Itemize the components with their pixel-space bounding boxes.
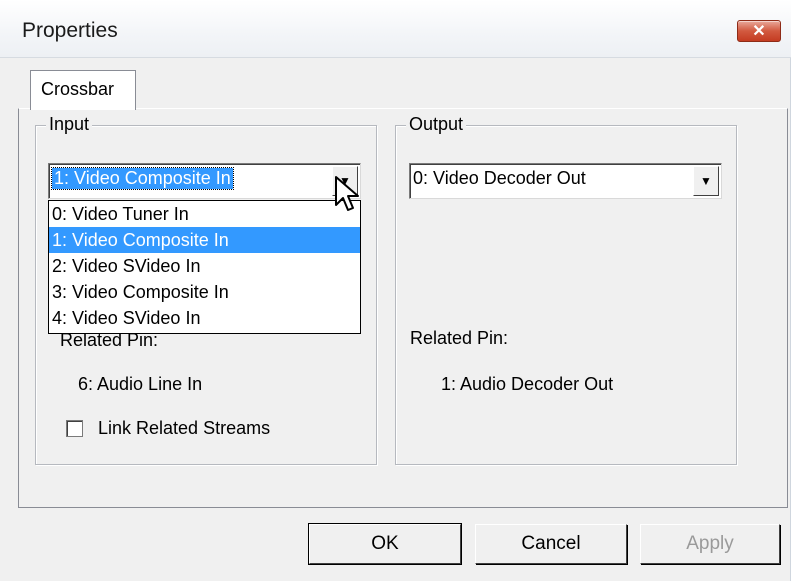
input-select-value: 1: Video Composite In <box>51 167 234 190</box>
dropdown-item[interactable]: 4: Video SVideo In <box>49 305 360 331</box>
link-related-streams-label[interactable]: Link Related Streams <box>98 418 270 439</box>
link-related-streams-checkbox[interactable] <box>66 420 83 437</box>
properties-window: Properties ✕ Crossbar Input 1: Video Com… <box>0 0 791 581</box>
dropdown-item[interactable]: 3: Video Composite In <box>49 279 360 305</box>
mouse-pointer-icon <box>335 176 359 211</box>
output-related-pin-value: 1: Audio Decoder Out <box>441 374 614 394</box>
close-button[interactable]: ✕ <box>737 20 781 42</box>
ok-button[interactable]: OK <box>308 523 462 565</box>
dropdown-item[interactable]: 2: Video SVideo In <box>49 253 360 279</box>
output-related-pin-label: Related Pin: <box>410 328 509 348</box>
window-title: Properties <box>22 19 118 42</box>
input-select[interactable]: 1: Video Composite In ▼ <box>48 163 361 199</box>
title-bar: Properties ✕ <box>0 0 791 58</box>
apply-button[interactable]: Apply <box>640 524 780 564</box>
tab-crossbar[interactable]: Crossbar <box>30 70 136 110</box>
output-group-label: Output <box>406 114 467 135</box>
close-icon: ✕ <box>752 23 766 40</box>
input-group-label: Input <box>46 114 93 135</box>
cancel-button[interactable]: Cancel <box>475 524 627 564</box>
output-select[interactable]: 0: Video Decoder Out ▼ <box>409 163 722 199</box>
input-related-pin-value: 6: Audio Line In <box>78 374 203 394</box>
output-select-value: 0: Video Decoder Out <box>413 168 586 188</box>
input-dropdown-list: 0: Video Tuner In 1: Video Composite In … <box>48 200 361 334</box>
dropdown-item[interactable]: 1: Video Composite In <box>49 227 360 253</box>
chevron-down-icon: ▼ <box>700 174 712 188</box>
dropdown-item[interactable]: 0: Video Tuner In <box>49 201 360 227</box>
tab-crossbar-label: Crossbar <box>41 79 115 99</box>
output-select-arrow[interactable]: ▼ <box>693 166 719 196</box>
